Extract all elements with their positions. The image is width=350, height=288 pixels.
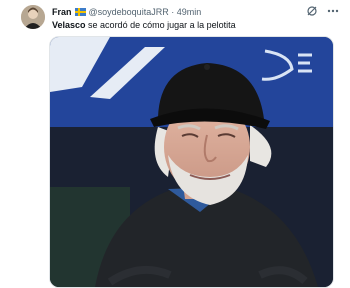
avatar-image (21, 5, 45, 29)
timestamp[interactable]: 49min (177, 7, 202, 17)
more-options-icon[interactable] (326, 5, 340, 17)
sweden-flag-icon (74, 8, 86, 16)
user-handle[interactable]: @soydeboquitaJRR (89, 7, 169, 17)
tweet-media[interactable] (49, 36, 334, 288)
tweet-text-bold: Velasco (52, 20, 86, 30)
grok-icon[interactable] (306, 5, 318, 17)
video-frame (50, 37, 333, 287)
tweet-header: Fran @soydeboquitaJRR · 49min (52, 6, 310, 18)
tweet[interactable]: Fran @soydeboquitaJRR · 49min Velasco se … (0, 0, 350, 288)
separator: · (171, 7, 175, 17)
avatar[interactable] (21, 5, 45, 29)
display-name[interactable]: Fran (52, 7, 72, 17)
tweet-text: Velasco se acordó de cómo jugar a la pel… (52, 19, 236, 31)
tweet-text-body: se acordó de cómo jugar a la pelotita (88, 20, 236, 30)
